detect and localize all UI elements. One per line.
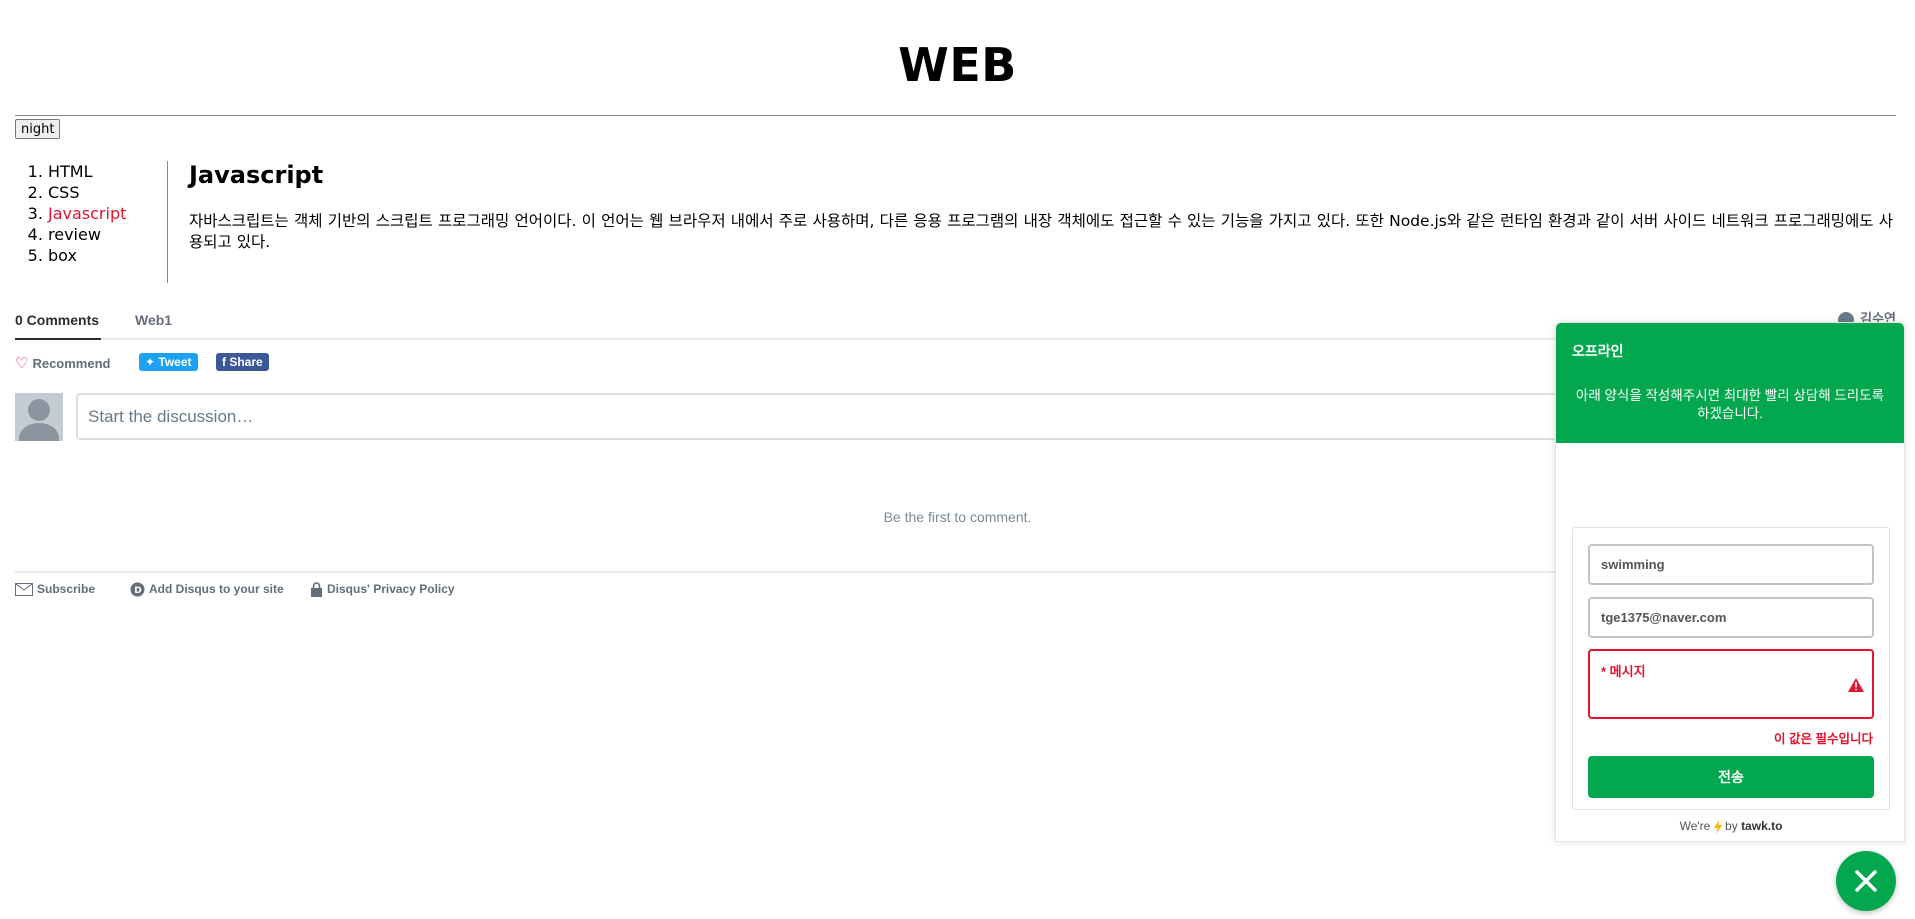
page-title: WEB	[898, 38, 1017, 92]
toc-link[interactable]: CSS	[48, 183, 79, 202]
offline-form: swimming tge1375@naver.com * 메시지 이 값은 필수…	[1572, 527, 1890, 810]
privacy-label: Disqus' Privacy Policy	[327, 582, 455, 596]
powered-prefix: We're	[1679, 819, 1711, 833]
name-field[interactable]: swimming	[1588, 544, 1874, 585]
toc-link[interactable]: HTML	[48, 162, 93, 181]
toc-link[interactable]: box	[48, 246, 77, 265]
warning-icon	[1848, 678, 1864, 692]
disqus-logo-icon: D	[130, 582, 145, 597]
tawk-status: 오프라인	[1572, 343, 1624, 359]
tab-site[interactable]: Web1	[135, 310, 172, 340]
heart-icon: ♡	[15, 355, 29, 372]
tawk-header: 오프라인 아래 양식을 작성해주시면 최대한 빨리 상담해 드리도록 하겠습니다…	[1556, 323, 1904, 443]
toc-item-css[interactable]: CSS	[48, 182, 167, 203]
tweet-button[interactable]: ✦ Tweet	[139, 353, 198, 371]
add-disqus-link[interactable]: D Add Disqus to your site	[130, 580, 284, 598]
table-of-contents: HTML CSS Javascript review box	[15, 161, 168, 283]
toc-item-javascript[interactable]: Javascript	[48, 203, 167, 224]
toc-item-html[interactable]: HTML	[48, 161, 167, 182]
add-disqus-label: Add Disqus to your site	[149, 582, 284, 596]
article-title: Javascript	[189, 161, 324, 189]
composer-avatar	[15, 393, 63, 441]
tweet-label: Tweet	[158, 355, 192, 369]
night-mode-button[interactable]: night	[15, 119, 61, 139]
message-field[interactable]: * 메시지	[1588, 649, 1874, 719]
field-error-message: 이 값은 필수입니다	[1774, 732, 1873, 746]
tawk-brand: tawk.to	[1741, 819, 1783, 833]
twitter-icon: ✦	[145, 355, 159, 369]
privacy-policy-link[interactable]: Disqus' Privacy Policy	[310, 580, 455, 598]
email-field[interactable]: tge1375@naver.com	[1588, 597, 1874, 638]
header-divider	[15, 115, 1896, 116]
share-label: Share	[229, 355, 263, 369]
powered-by[interactable]: We're by tawk.to	[1556, 819, 1904, 834]
envelope-icon	[15, 583, 33, 597]
chat-close-button[interactable]	[1836, 851, 1896, 911]
send-button[interactable]: 전송	[1588, 756, 1874, 798]
toc-item-box[interactable]: box	[48, 245, 167, 266]
article-body: 자바스크립트는 객체 기반의 스크립트 프로그래밍 언어이다. 이 언어는 웹 …	[189, 212, 1893, 251]
message-label: * 메시지	[1601, 664, 1646, 679]
tab-comments[interactable]: 0 Comments	[15, 310, 102, 340]
facebook-share-button[interactable]: f Share	[216, 353, 269, 371]
close-icon	[1855, 870, 1877, 892]
toc-link-active[interactable]: Javascript	[48, 204, 126, 223]
lock-icon	[311, 582, 322, 598]
subscribe-link[interactable]: Subscribe	[15, 580, 95, 598]
tawk-chat-widget: 오프라인 아래 양식을 작성해주시면 최대한 빨리 상담해 드리도록 하겠습니다…	[1555, 322, 1905, 842]
svg-text:D: D	[134, 586, 141, 596]
tawk-description: 아래 양식을 작성해주시면 최대한 빨리 상담해 드리도록 하겠습니다.	[1575, 388, 1885, 421]
lightning-icon	[1713, 819, 1722, 834]
toc-item-review[interactable]: review	[48, 224, 167, 245]
recommend-label: Recommend	[32, 356, 111, 371]
recommend-button[interactable]: ♡ Recommend	[15, 354, 110, 372]
subscribe-label: Subscribe	[37, 582, 96, 596]
powered-by-word: by	[1725, 819, 1738, 833]
toc-link[interactable]: review	[48, 225, 101, 244]
